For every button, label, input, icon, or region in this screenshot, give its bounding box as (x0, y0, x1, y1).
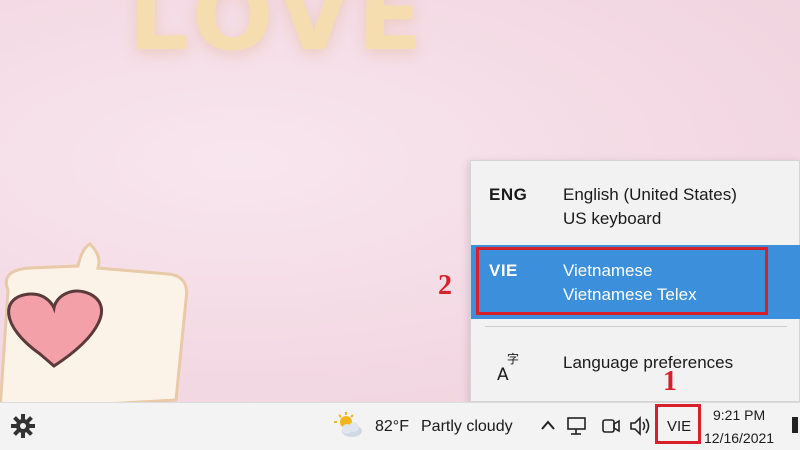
language-preferences-link[interactable]: A 字 Language preferences (471, 337, 800, 397)
weather-temperature[interactable]: 82°F (375, 418, 409, 436)
svg-text:字: 字 (507, 351, 519, 366)
svg-text:A: A (497, 365, 509, 383)
partly-cloudy-icon[interactable] (334, 412, 364, 440)
chevron-up-icon[interactable] (540, 419, 556, 431)
show-desktop-button[interactable] (792, 417, 798, 433)
language-name: Vietnamese (563, 261, 653, 280)
input-indicator-highlight (655, 404, 701, 444)
weather-condition[interactable]: Partly cloudy (421, 418, 513, 436)
step-1-marker: 1 (663, 366, 677, 397)
keyboard-layout: Vietnamese Telex (563, 285, 697, 304)
language-preferences-label: Language preferences (563, 353, 734, 372)
clock-time[interactable]: 9:21 PM (713, 407, 765, 423)
language-code: VIE (489, 261, 518, 280)
step-2-marker: 2 (438, 270, 452, 301)
flyout-divider (485, 326, 787, 327)
language-name: English (United States) (563, 185, 737, 204)
network-icon[interactable] (566, 415, 590, 437)
language-settings-icon: A 字 (497, 351, 519, 383)
clock-date[interactable]: 12/16/2021 (704, 430, 774, 446)
language-flyout: ENG English (United States) US keyboard … (470, 160, 800, 402)
volume-icon[interactable] (628, 415, 652, 437)
language-option-vie[interactable]: VIE Vietnamese Vietnamese Telex (471, 245, 800, 319)
keyboard-layout: US keyboard (563, 209, 662, 228)
gear-icon[interactable] (10, 413, 36, 439)
language-option-eng[interactable]: ENG English (United States) US keyboard (471, 161, 800, 233)
wallpaper-love-text: LOVE (128, 0, 429, 72)
language-code: ENG (489, 185, 528, 204)
heart-speech-bubble-sticker (0, 242, 189, 402)
meet-now-icon[interactable] (600, 415, 622, 437)
